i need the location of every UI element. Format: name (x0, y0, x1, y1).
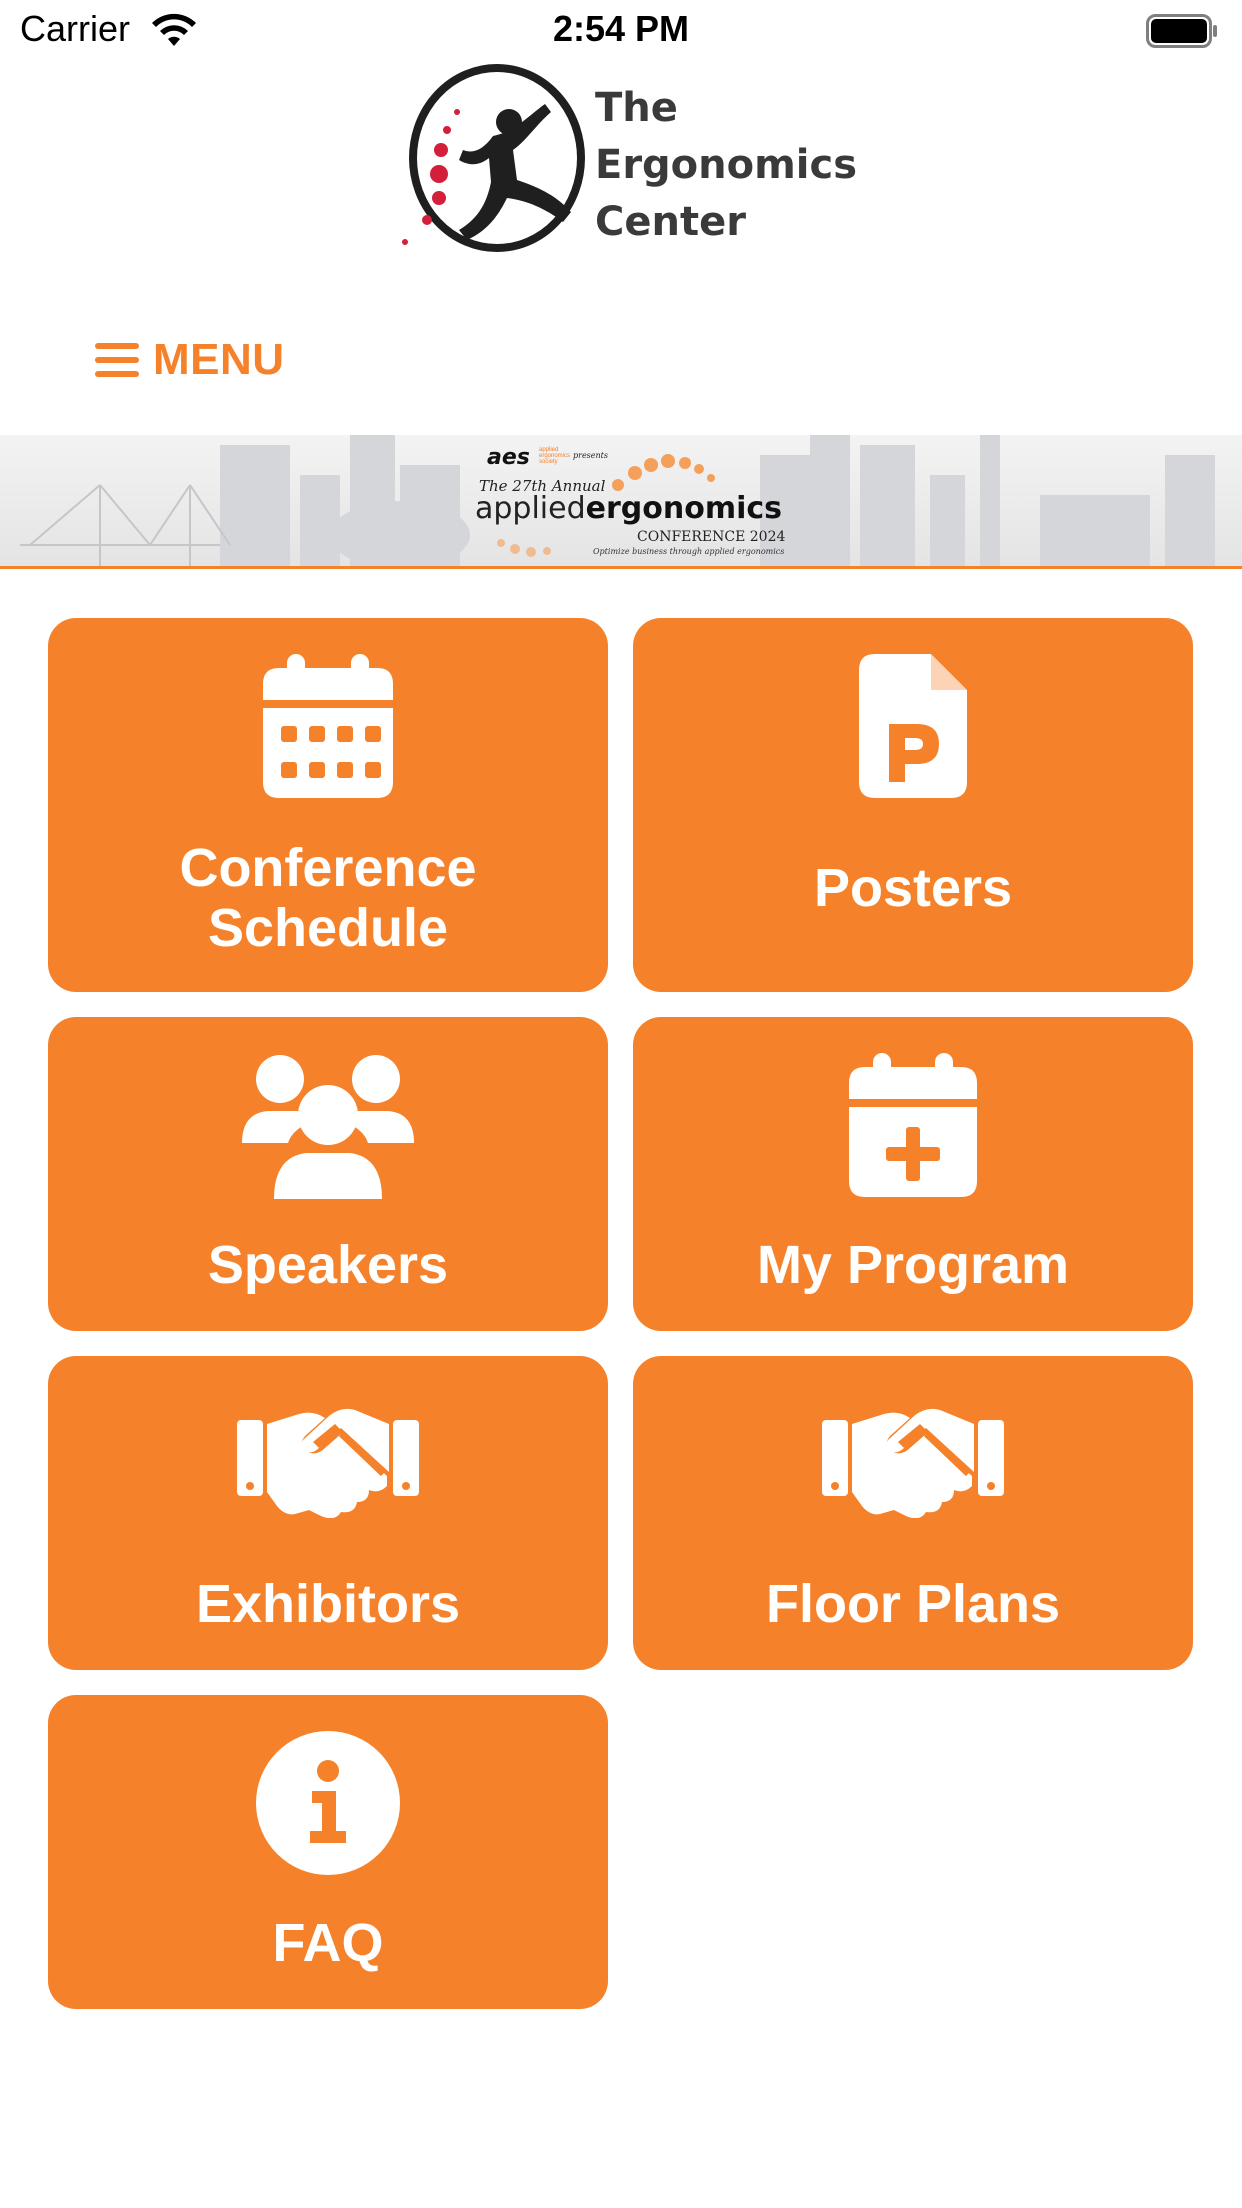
faq-tile[interactable]: FAQ (48, 1695, 608, 2009)
ergonomics-center-logo: The Ergonomics Center (395, 62, 857, 257)
aes-wordmark: aes (487, 445, 530, 470)
conference-banner: aes applied ergonomics society presents … (0, 435, 1242, 567)
aes-subtitle: applied ergonomics society (539, 447, 571, 465)
info-icon (256, 1731, 400, 1875)
tile-label: Floor Plans (765, 1574, 1061, 1634)
logo-line-1: The (595, 85, 678, 131)
clock: 2:54 PM (552, 8, 690, 49)
conference-schedule-tile[interactable]: Conference Schedule (48, 618, 608, 992)
speakers-tile[interactable]: Speakers (48, 1017, 608, 1331)
tile-label: Posters (813, 858, 1013, 918)
logo-wordmark: The Ergonomics Center (595, 80, 857, 251)
poster-file-icon (859, 654, 967, 798)
users-icon (242, 1055, 414, 1199)
tile-label: My Program (756, 1235, 1070, 1295)
menu-label: MENU (153, 335, 285, 384)
presents-label: presents (573, 451, 608, 460)
my-program-tile[interactable]: My Program (633, 1017, 1193, 1331)
tile-label: Speakers (207, 1235, 449, 1295)
tile-label: Conference Schedule (179, 838, 477, 958)
title-applied: applied (475, 491, 586, 526)
title-rgonomics: rgonomics (606, 491, 783, 526)
exhibitors-tile[interactable]: Exhibitors (48, 1356, 608, 1670)
status-bar: Carrier 2:54 PM (0, 0, 1242, 62)
handshake-icon (822, 1408, 1004, 1518)
applied-ergonomics-conference-logo: aes applied ergonomics society presents … (475, 443, 785, 561)
tile-label: FAQ (272, 1913, 384, 1973)
battery-icon (1146, 14, 1217, 48)
logo-line-3: Center (595, 199, 746, 245)
conference-title: appliedergonomics (475, 491, 782, 526)
conference-year: CONFERENCE 2024 (637, 529, 786, 545)
handshake-icon (237, 1408, 419, 1518)
posters-tile[interactable]: Posters (633, 618, 1193, 992)
floor-plans-tile[interactable]: Floor Plans (633, 1356, 1193, 1670)
banner-divider (0, 566, 1242, 569)
hamburger-icon (95, 341, 139, 379)
calendar-plus-icon (849, 1053, 977, 1197)
menu-button[interactable]: MENU (95, 332, 285, 388)
title-e: e (585, 491, 606, 526)
tile-label: Exhibitors (195, 1574, 461, 1634)
dancer-logo-icon (402, 64, 585, 252)
calendar-icon (263, 654, 393, 798)
conference-tagline: Optimize business through applied ergono… (593, 547, 785, 556)
logo-line-2: Ergonomics (595, 142, 858, 188)
